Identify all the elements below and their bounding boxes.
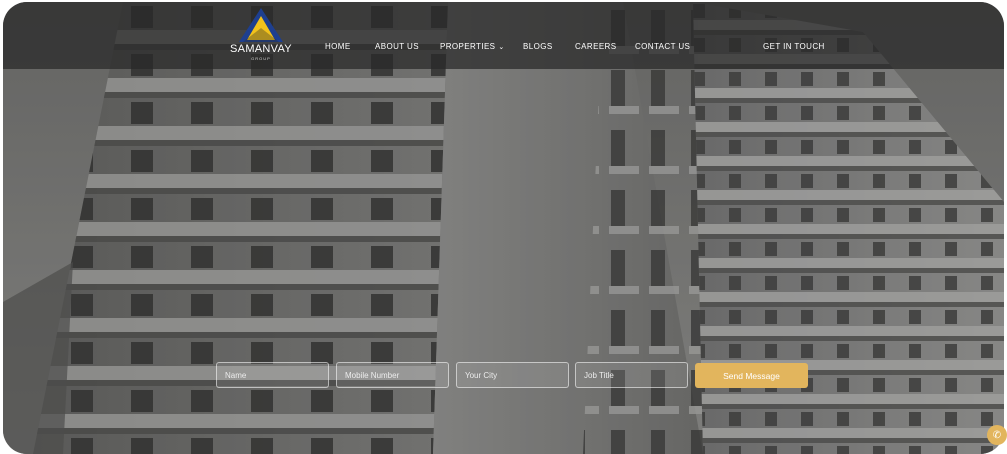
nav-item-blogs[interactable]: BLOGS xyxy=(523,42,553,51)
brand-name: SAMANVAY xyxy=(230,43,292,55)
hero-section: SAMANVAY GROUP HOME ABOUT US PROPERTIES ⌄… xyxy=(3,2,1004,454)
nav-item-home[interactable]: HOME xyxy=(325,42,351,51)
brand-tagline: GROUP xyxy=(251,56,271,61)
nav-item-contact-us[interactable]: CONTACT US xyxy=(635,42,690,51)
nav-item-careers[interactable]: CAREERS xyxy=(575,42,616,51)
chevron-down-icon: ⌄ xyxy=(498,44,505,51)
send-message-button[interactable]: Send Message xyxy=(695,363,808,388)
name-input[interactable] xyxy=(216,362,329,388)
mobile-number-input[interactable] xyxy=(336,362,449,388)
top-navbar: SAMANVAY GROUP HOME ABOUT US PROPERTIES ⌄… xyxy=(3,2,1004,69)
get-in-touch-link[interactable]: GET IN TOUCH xyxy=(763,42,825,51)
brand-logo[interactable]: SAMANVAY GROUP xyxy=(225,6,297,66)
nav-item-properties-label: PROPERTIES xyxy=(440,42,496,51)
city-input[interactable] xyxy=(456,362,569,388)
nav-item-about-us[interactable]: ABOUT US xyxy=(375,42,419,51)
nav-item-properties[interactable]: PROPERTIES ⌄ xyxy=(440,42,505,51)
phone-icon[interactable]: ✆ xyxy=(987,425,1007,445)
job-title-input[interactable] xyxy=(575,362,688,388)
logo-triangle-icon xyxy=(239,8,283,42)
